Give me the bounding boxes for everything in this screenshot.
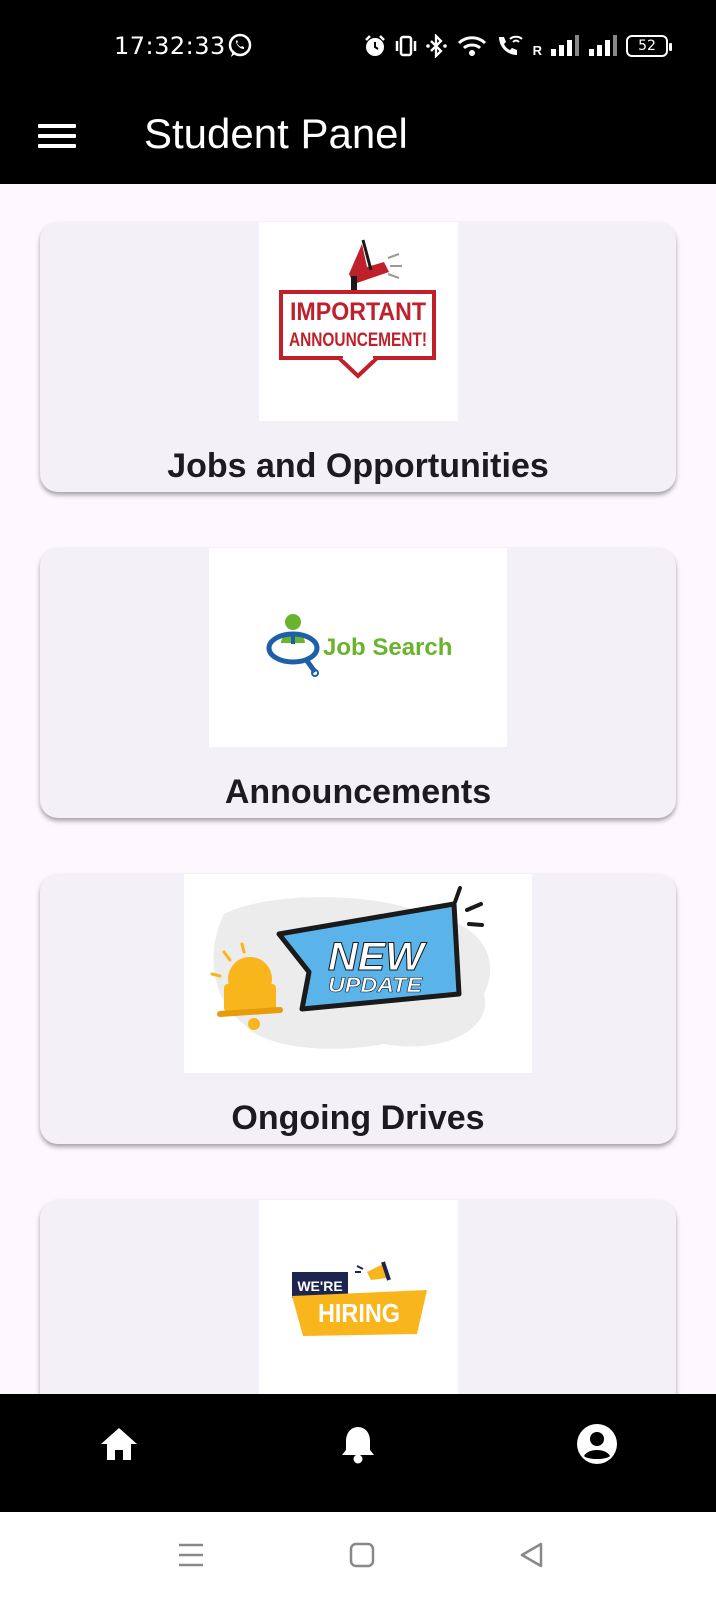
card-announcements[interactable]: Job Search Announcements: [40, 548, 676, 818]
new-update-image: NEW UPDATE: [184, 874, 532, 1073]
signal-icon: [589, 35, 617, 56]
status-bar: 17:32:33 R 52: [0, 0, 716, 88]
alarm-icon: [364, 35, 385, 56]
card-jobs-and-opportunities[interactable]: IMPORTANT ANNOUNCEMENT! Jobs and Opportu…: [40, 222, 676, 492]
hiring-image-subtitle: HIRING: [318, 1298, 400, 1328]
vibrate-icon: [395, 35, 416, 57]
account-icon[interactable]: [569, 1416, 625, 1472]
bottom-navigation: [0, 1394, 716, 1512]
card-label: Jobs and Opportunities: [167, 447, 549, 485]
recents-icon[interactable]: [177, 1542, 205, 1568]
battery-icon: 52: [626, 35, 672, 57]
back-icon[interactable]: [519, 1542, 545, 1568]
page-title: Student Panel: [144, 110, 408, 157]
menu-icon[interactable]: [38, 118, 76, 154]
job-search-image-text: Job Search: [323, 634, 452, 661]
important-announcement-image: IMPORTANT ANNOUNCEMENT!: [259, 222, 458, 421]
home-icon[interactable]: [91, 1416, 147, 1472]
signal-icon: [551, 35, 579, 56]
home-square-icon[interactable]: [349, 1542, 375, 1568]
whatsapp-icon: [228, 33, 252, 57]
wifi-icon: [457, 36, 486, 56]
bell-icon[interactable]: [330, 1416, 386, 1472]
card-label: Announcements: [224, 773, 492, 811]
system-navigation-bar: [0, 1512, 716, 1600]
card-ongoing-drives[interactable]: NEW UPDATE Ongoing Drives: [40, 874, 676, 1144]
wifi-calling-icon: [498, 35, 523, 55]
new-update-image-title: NEW: [328, 935, 427, 979]
network-type-label: R: [532, 42, 542, 58]
card-hiring[interactable]: WE'RE HIRING: [40, 1200, 676, 1394]
announcement-image-title: IMPORTANT: [290, 298, 426, 326]
card-label: Ongoing Drives: [231, 1099, 485, 1137]
new-update-image-subtitle: UPDATE: [328, 974, 423, 997]
hiring-image-title: WE'RE: [297, 1278, 342, 1294]
status-icons: R 52: [363, 32, 672, 60]
announcement-image-subtitle: ANNOUNCEMENT!: [289, 330, 427, 351]
card-list: IMPORTANT ANNOUNCEMENT! Jobs and Opportu…: [0, 184, 716, 1394]
hiring-image: WE'RE HIRING: [259, 1200, 458, 1394]
status-time: 17:32:33: [114, 32, 226, 60]
bluetooth-icon: [425, 34, 447, 58]
job-search-image: Job Search: [209, 548, 507, 747]
app-bar: Student Panel: [0, 88, 716, 184]
